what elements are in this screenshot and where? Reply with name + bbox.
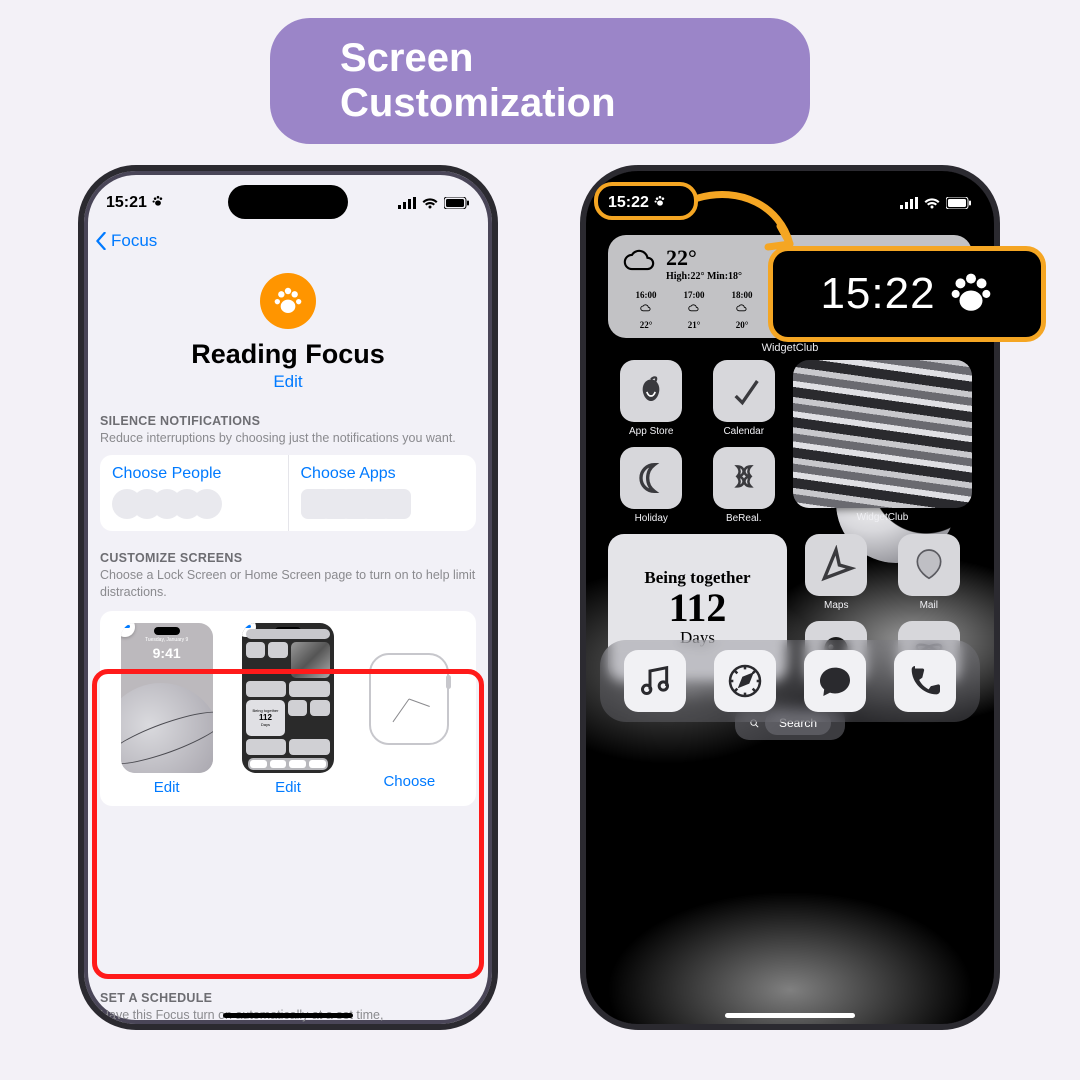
focus-title: Reading Focus — [84, 339, 492, 370]
dock-messages[interactable] — [804, 650, 866, 712]
dock-phone[interactable] — [894, 650, 956, 712]
app-mail[interactable]: Mail — [886, 534, 973, 611]
customize-subtext: Choose a Lock Screen or Home Screen page… — [100, 567, 476, 601]
paw-icon — [151, 194, 165, 213]
banner-title: Screen Customization — [270, 18, 810, 144]
battery-icon — [444, 197, 470, 209]
home-indicator[interactable] — [725, 1013, 855, 1018]
marble-widget[interactable]: WidgetClub — [793, 360, 972, 524]
choose-apps-button[interactable]: Choose Apps — [289, 455, 477, 531]
watch-face-choose[interactable]: Choose — [353, 623, 466, 796]
wifi-icon — [924, 197, 940, 209]
chevron-left-icon — [94, 232, 108, 250]
focus-edit-button[interactable]: Edit — [84, 372, 492, 392]
app-bereal[interactable]: BeReal. — [701, 447, 788, 524]
remove-badge-icon[interactable] — [121, 623, 135, 637]
choose-people-button[interactable]: Choose People — [100, 455, 289, 531]
home-screen-preview[interactable]: Being together 112 Days Edit — [231, 623, 344, 796]
app-calendar[interactable]: Calendar — [701, 360, 788, 437]
customize-header: CUSTOMIZE SCREENS — [100, 551, 476, 565]
schedule-header: SET A SCHEDULE — [100, 991, 476, 1005]
annotation-zoom-clock: 15:22 — [768, 246, 1046, 342]
dynamic-island — [228, 185, 348, 219]
focus-paw-icon — [260, 273, 316, 329]
silence-subtext: Reduce interruptions by choosing just th… — [100, 430, 476, 447]
app-app-store[interactable]: App Store — [608, 360, 695, 437]
cellular-icon — [900, 197, 918, 209]
lock-screen-preview[interactable]: Tuesday, January 9 9:41 Edit — [110, 623, 223, 796]
status-time: 15:21 — [106, 194, 165, 213]
dock-safari[interactable] — [714, 650, 776, 712]
cloud-icon — [622, 245, 656, 284]
paw-icon — [948, 269, 994, 320]
dock-music[interactable] — [624, 650, 686, 712]
annotation-highlight-statusbar — [594, 182, 698, 220]
app-holiday[interactable]: Holiday — [608, 447, 695, 524]
silence-header: SILENCE NOTIFICATIONS — [100, 414, 476, 428]
home-indicator[interactable] — [223, 1013, 353, 1018]
wifi-icon — [422, 197, 438, 209]
cellular-icon — [398, 197, 416, 209]
widget-label: WidgetClub — [586, 342, 994, 354]
phone-left: 15:21 Focus Reading Focus Edit SILENCE N… — [78, 165, 498, 1030]
watch-icon — [369, 653, 449, 745]
app-maps[interactable]: Maps — [793, 534, 880, 611]
battery-icon — [946, 197, 972, 209]
nav-back[interactable]: Focus — [84, 227, 492, 255]
dock — [600, 640, 980, 722]
